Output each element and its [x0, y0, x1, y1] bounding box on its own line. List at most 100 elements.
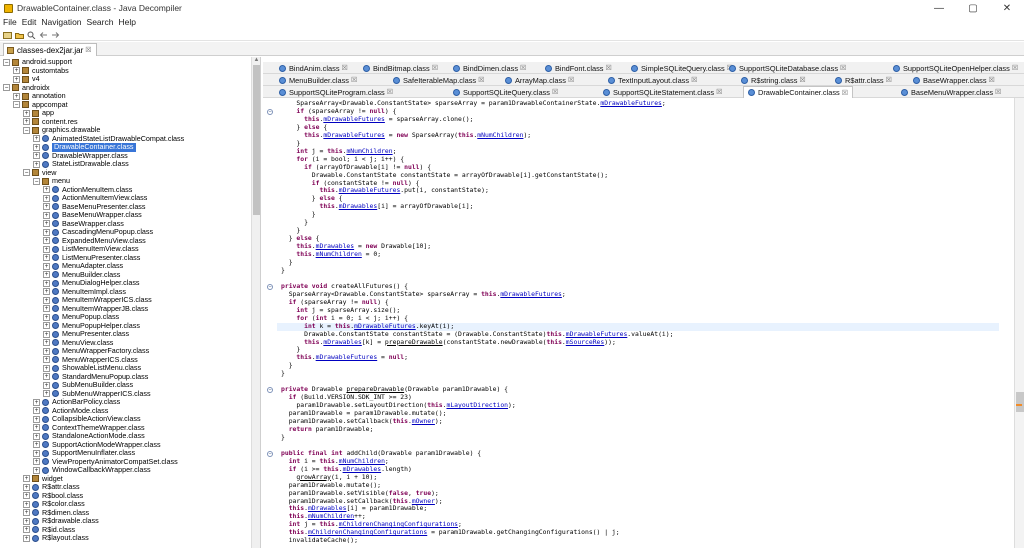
menu-search[interactable]: Search	[87, 17, 114, 27]
close-tab-icon[interactable]: ☒	[568, 76, 574, 84]
editor-tab[interactable]: BindAnim.class ☒	[279, 62, 348, 74]
editor-tab[interactable]: TextInputLayout.class ☒	[608, 74, 697, 86]
expand-icon[interactable]: +	[43, 237, 50, 245]
tree-scroll-thumb[interactable]	[253, 65, 260, 215]
collapse-icon[interactable]: −	[13, 101, 20, 109]
close-tab-icon[interactable]: ☒	[432, 64, 438, 72]
expand-icon[interactable]: +	[33, 398, 40, 406]
expand-icon[interactable]: +	[23, 517, 30, 525]
expand-icon[interactable]: +	[43, 339, 50, 347]
expand-icon[interactable]: +	[43, 356, 50, 364]
editor-tab[interactable]: BindBitmap.class ☒	[363, 62, 438, 74]
close-tab-icon[interactable]: ☒	[989, 76, 995, 84]
expand-icon[interactable]: +	[43, 245, 50, 253]
expand-icon[interactable]: +	[23, 483, 30, 491]
tree-item[interactable]: + R$layout.class	[23, 533, 89, 543]
expand-icon[interactable]: +	[33, 466, 40, 474]
expand-icon[interactable]: +	[33, 415, 40, 423]
expand-icon[interactable]: +	[23, 500, 30, 508]
editor-tab[interactable]: BindFont.class ☒	[545, 62, 612, 74]
collapse-icon[interactable]: −	[3, 84, 10, 92]
search-icon[interactable]	[26, 30, 36, 39]
close-tab-icon[interactable]: ☒	[351, 76, 357, 84]
menu-help[interactable]: Help	[118, 17, 135, 27]
close-tab-icon[interactable]: ☒	[520, 64, 526, 72]
collapse-icon[interactable]: −	[33, 177, 40, 185]
close-button[interactable]: ✕	[990, 0, 1024, 16]
tree-item[interactable]: − appcompat	[13, 100, 68, 110]
expand-icon[interactable]: +	[43, 203, 50, 211]
expand-icon[interactable]: +	[43, 347, 50, 355]
editor-scroll-thumb[interactable]	[1016, 392, 1024, 412]
expand-icon[interactable]: +	[43, 220, 50, 228]
collapse-icon[interactable]: −	[23, 126, 30, 134]
editor-tab[interactable]: SafeIterableMap.class ☒	[393, 74, 484, 86]
editor-tab[interactable]: ArrayMap.class ☒	[505, 74, 574, 86]
close-tab-icon[interactable]: ☒	[840, 64, 846, 72]
fold-toggle-icon[interactable]: −	[267, 387, 273, 394]
expand-icon[interactable]: +	[43, 373, 50, 381]
close-tab-icon[interactable]: ☒	[342, 64, 348, 72]
editor-tab[interactable]: BaseWrapper.class ☒	[913, 74, 995, 86]
collapse-icon[interactable]: −	[3, 58, 10, 66]
expand-icon[interactable]: +	[33, 160, 40, 168]
editor-tab[interactable]: MenuBuilder.class ☒	[279, 74, 357, 86]
collapse-icon[interactable]: −	[23, 169, 30, 177]
menu-file[interactable]: File	[3, 17, 17, 27]
close-tab-icon[interactable]: ☒	[691, 76, 697, 84]
expand-icon[interactable]: +	[43, 322, 50, 330]
expand-icon[interactable]: +	[33, 432, 40, 440]
menu-navigation[interactable]: Navigation	[41, 17, 81, 27]
editor-tab[interactable]: SupportSQLiteOpenHelper.class ☒	[893, 62, 1018, 74]
expand-icon[interactable]: +	[43, 254, 50, 262]
expand-icon[interactable]: +	[23, 109, 30, 117]
close-tab-icon[interactable]: ☒	[387, 88, 393, 96]
close-tab-icon[interactable]: ☒	[605, 64, 611, 72]
close-tab-icon[interactable]: ☒	[995, 88, 1001, 96]
close-tab-icon[interactable]: ☒	[85, 46, 91, 54]
tree-item[interactable]: + customtabs	[13, 66, 69, 76]
back-icon[interactable]	[38, 30, 48, 39]
expand-icon[interactable]: +	[13, 75, 20, 83]
expand-icon[interactable]: +	[23, 534, 30, 542]
maximize-button[interactable]: ▢	[956, 0, 990, 16]
editor-tab[interactable]: BindDimen.class ☒	[453, 62, 526, 74]
expand-icon[interactable]: +	[33, 407, 40, 415]
expand-icon[interactable]: +	[43, 186, 50, 194]
expand-icon[interactable]: +	[23, 492, 30, 500]
expand-icon[interactable]: +	[43, 271, 50, 279]
expand-icon[interactable]: +	[43, 364, 50, 372]
open-folder-icon[interactable]	[14, 30, 24, 39]
editor-tab[interactable]: SimpleSQLiteQuery.class☒	[631, 62, 733, 74]
expand-icon[interactable]: +	[13, 92, 20, 100]
close-tab-icon[interactable]: ☒	[886, 76, 892, 84]
expand-icon[interactable]: +	[43, 381, 50, 389]
expand-icon[interactable]: +	[23, 118, 30, 126]
file-tab-jar[interactable]: classes-dex2jar.jar ☒	[3, 43, 97, 56]
close-tab-icon[interactable]: ☒	[842, 89, 848, 97]
expand-icon[interactable]: +	[33, 458, 40, 466]
scroll-up-icon[interactable]: ▲	[252, 57, 260, 64]
close-tab-icon[interactable]: ☒	[716, 88, 722, 96]
fold-toggle-icon[interactable]: −	[267, 283, 273, 290]
editor-tab[interactable]: SupportSQLiteDatabase.class ☒	[729, 62, 846, 74]
editor-tab-active[interactable]: DrawableContainer.class ☒	[743, 86, 854, 98]
editor-tab[interactable]: SupportSQLiteProgram.class ☒	[279, 86, 393, 98]
expand-icon[interactable]: +	[43, 194, 50, 202]
editor-scrollbar[interactable]	[1014, 98, 1024, 548]
close-tab-icon[interactable]: ☒	[552, 88, 558, 96]
menu-edit[interactable]: Edit	[22, 17, 37, 27]
fold-toggle-icon[interactable]: −	[267, 450, 273, 457]
editor-tab[interactable]: R$string.class ☒	[741, 74, 806, 86]
expand-icon[interactable]: +	[43, 211, 50, 219]
expand-icon[interactable]: +	[43, 313, 50, 321]
open-file-icon[interactable]	[2, 30, 12, 39]
expand-icon[interactable]: +	[13, 67, 20, 75]
expand-icon[interactable]: +	[43, 228, 50, 236]
close-tab-icon[interactable]: ☒	[799, 76, 805, 84]
expand-icon[interactable]: +	[43, 296, 50, 304]
expand-icon[interactable]: +	[43, 262, 50, 270]
fold-toggle-icon[interactable]: −	[267, 108, 273, 115]
minimize-button[interactable]: —	[922, 0, 956, 16]
forward-icon[interactable]	[50, 30, 60, 39]
